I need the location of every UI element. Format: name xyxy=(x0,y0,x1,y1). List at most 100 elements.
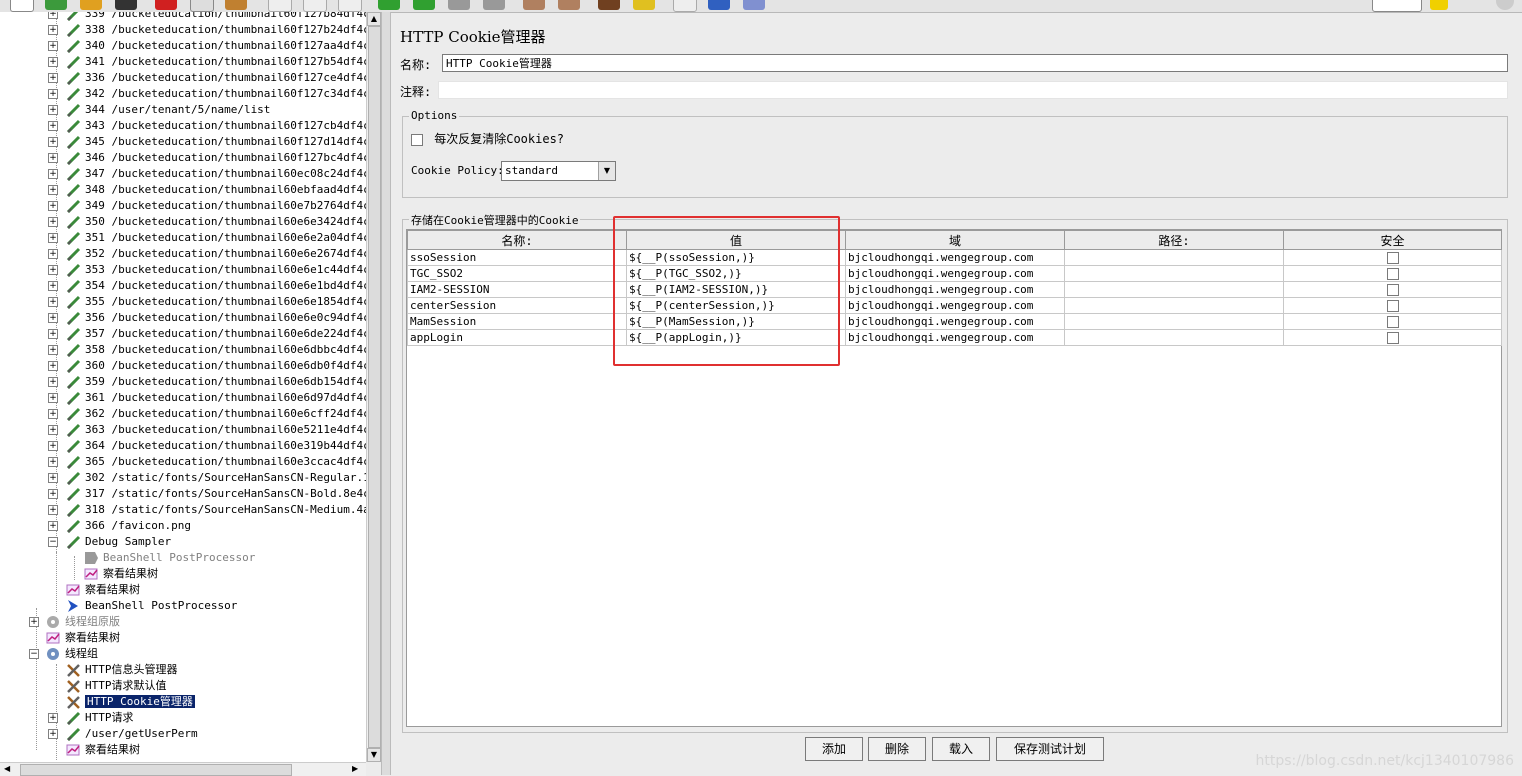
secure-checkbox[interactable] xyxy=(1386,284,1399,296)
expand-toggle-icon[interactable]: + xyxy=(48,377,58,387)
expand-toggle-icon[interactable]: + xyxy=(48,313,58,323)
cookie-secure-cell[interactable] xyxy=(1283,265,1502,282)
secure-checkbox[interactable] xyxy=(1386,252,1399,264)
tree-item[interactable]: 察看结果树 xyxy=(0,630,366,646)
tree-item[interactable]: HTTP请求默认值 xyxy=(0,678,366,694)
expand-toggle-icon[interactable]: + xyxy=(48,345,58,355)
tree-item[interactable]: +338 /bucketeducation/thumbnail60f127b24… xyxy=(0,22,366,38)
tree-vertical-scrollbar[interactable]: ▲ ▼ xyxy=(366,12,381,762)
expand-toggle-icon[interactable]: + xyxy=(48,505,58,515)
tree-item[interactable]: +359 /bucketeducation/thumbnail60e6db154… xyxy=(0,374,366,390)
search-icon[interactable] xyxy=(743,0,765,10)
remote-start-icon[interactable] xyxy=(523,0,545,10)
secure-checkbox[interactable] xyxy=(1386,316,1399,328)
tree-item[interactable]: +358 /bucketeducation/thumbnail60e6dbbc4… xyxy=(0,342,366,358)
tree-item[interactable]: +345 /bucketeducation/thumbnail60f127d14… xyxy=(0,134,366,150)
tree-item[interactable]: +362 /bucketeducation/thumbnail60e6cff24… xyxy=(0,406,366,422)
collapse-icon[interactable] xyxy=(303,0,327,12)
tree-item[interactable]: +350 /bucketeducation/thumbnail60e6e3424… xyxy=(0,214,366,230)
cookie-secure-cell[interactable] xyxy=(1283,297,1502,314)
scroll-down-arrow[interactable]: ▼ xyxy=(367,748,381,762)
expand-toggle-icon[interactable]: + xyxy=(48,249,58,259)
expand-toggle-icon[interactable]: + xyxy=(48,121,58,131)
open-icon[interactable] xyxy=(80,0,102,10)
table-row[interactable]: TGC_SSO2 ${__P(TGC_SSO2,)} bjcloudhongqi.w… xyxy=(407,265,1502,282)
expand-toggle-icon[interactable]: + xyxy=(48,281,58,291)
tree-item[interactable]: +342 /bucketeducation/thumbnail60f127c34… xyxy=(0,86,366,102)
scroll-left-arrow[interactable]: ◀ xyxy=(4,764,10,773)
scroll-right-arrow[interactable]: ▶ xyxy=(352,764,358,773)
cookie-domain-cell[interactable]: bjcloudhongqi.wengegroup.com xyxy=(845,249,1065,266)
tree-item[interactable]: +340 /bucketeducation/thumbnail60f127aa4… xyxy=(0,38,366,54)
tree-item[interactable]: BeanShell PostProcessor xyxy=(0,598,366,614)
tree-item[interactable]: +352 /bucketeducation/thumbnail60e6e2674… xyxy=(0,246,366,262)
tree-item[interactable]: +348 /bucketeducation/thumbnail60ebfaad4… xyxy=(0,182,366,198)
secure-checkbox[interactable] xyxy=(1386,332,1399,344)
cookie-domain-cell[interactable]: bjcloudhongqi.wengegroup.com xyxy=(845,297,1065,314)
expand-toggle-icon[interactable]: + xyxy=(48,329,58,339)
clear-all-icon[interactable] xyxy=(633,0,655,10)
table-row[interactable]: ssoSession ${__P(ssoSession,)} bjcloudhong… xyxy=(407,249,1502,266)
tree-item[interactable]: +349 /bucketeducation/thumbnail60e7b2764… xyxy=(0,198,366,214)
expand-toggle-icon[interactable]: + xyxy=(48,473,58,483)
expand-toggle-icon[interactable]: + xyxy=(48,489,58,499)
comment-field[interactable] xyxy=(438,81,1508,99)
cookie-name-cell[interactable]: MamSession xyxy=(407,313,627,330)
help-icon[interactable] xyxy=(708,0,730,10)
expand-toggle-icon[interactable]: + xyxy=(48,521,58,531)
expand-toggle-icon[interactable]: + xyxy=(48,73,58,83)
expand-toggle-icon[interactable]: + xyxy=(48,57,58,67)
cookie-name-cell[interactable]: IAM2-SESSION xyxy=(407,281,627,298)
clear-each-iteration-row[interactable]: 每次反复清除Cookies? xyxy=(411,130,564,147)
name-field[interactable]: HTTP Cookie管理器 xyxy=(442,54,1508,72)
cookie-domain-cell[interactable]: bjcloudhongqi.wengegroup.com xyxy=(845,313,1065,330)
templates-icon[interactable] xyxy=(45,0,67,10)
hscroll-thumb[interactable] xyxy=(20,764,292,776)
tree-item[interactable]: +356 /bucketeducation/thumbnail60e6e0c94… xyxy=(0,310,366,326)
cookie-table[interactable]: 名称: 值 域 路径: 安全 ssoSession ${__P(ssoSessio… xyxy=(407,230,1502,346)
tree-item[interactable]: +343 /bucketeducation/thumbnail60f127cb4… xyxy=(0,118,366,134)
clear-icon[interactable] xyxy=(598,0,620,10)
column-header-path[interactable]: 路径: xyxy=(1064,230,1284,250)
scroll-thumb[interactable] xyxy=(368,26,381,748)
expand-toggle-icon[interactable]: + xyxy=(48,89,58,99)
expand-toggle-icon[interactable]: + xyxy=(48,729,58,739)
cookie-secure-cell[interactable] xyxy=(1283,249,1502,266)
expand-toggle-icon[interactable]: + xyxy=(48,361,58,371)
expand-toggle-icon[interactable]: + xyxy=(48,425,58,435)
tree-item[interactable]: HTTP Cookie管理器 xyxy=(0,694,366,710)
tree-item[interactable]: +351 /bucketeducation/thumbnail60e6e2a04… xyxy=(0,230,366,246)
expand-toggle-icon[interactable]: + xyxy=(48,41,58,51)
cookie-secure-cell[interactable] xyxy=(1283,313,1502,330)
scroll-up-arrow[interactable]: ▲ xyxy=(367,12,381,26)
copy-icon[interactable] xyxy=(190,0,214,12)
tree-item[interactable]: + 线程组原版 xyxy=(0,614,366,630)
toggle-icon[interactable] xyxy=(338,0,362,12)
tree-item[interactable]: +353 /bucketeducation/thumbnail60e6e1c44… xyxy=(0,262,366,278)
load-button[interactable]: 载入 xyxy=(932,737,990,761)
secure-checkbox[interactable] xyxy=(1386,300,1399,312)
start-no-pause-icon[interactable] xyxy=(413,0,435,10)
cookie-domain-cell[interactable]: bjcloudhongqi.wengegroup.com xyxy=(845,265,1065,282)
tree-item[interactable]: +339 /bucketeducation/thumbnail60f127b84… xyxy=(0,12,366,22)
column-header-domain[interactable]: 域 xyxy=(845,230,1065,250)
expand-toggle-icon[interactable]: + xyxy=(48,105,58,115)
chevron-down-icon[interactable]: ▼ xyxy=(598,162,615,180)
column-header-name[interactable]: 名称: xyxy=(407,230,627,250)
tree-item[interactable]: +361 /bucketeducation/thumbnail60e6d97d4… xyxy=(0,390,366,406)
cookie-path-cell[interactable] xyxy=(1064,297,1284,314)
cookie-name-cell[interactable]: ssoSession xyxy=(407,249,627,266)
tree-item[interactable]: +357 /bucketeducation/thumbnail60e6de224… xyxy=(0,326,366,342)
tree-item[interactable]: +354 /bucketeducation/thumbnail60e6e1bd4… xyxy=(0,278,366,294)
expand-toggle-icon[interactable]: + xyxy=(48,441,58,451)
expand-toggle-icon[interactable]: + xyxy=(48,169,58,179)
warning-icon[interactable] xyxy=(1430,0,1448,10)
expand-toggle-icon[interactable]: + xyxy=(48,233,58,243)
expand-toggle-icon[interactable]: + xyxy=(48,265,58,275)
delete-button[interactable]: 删除 xyxy=(868,737,926,761)
cookie-name-cell[interactable]: centerSession xyxy=(407,297,627,314)
cookie-path-cell[interactable] xyxy=(1064,313,1284,330)
tree-item[interactable]: +363 /bucketeducation/thumbnail60e5211e4… xyxy=(0,422,366,438)
cookie-path-cell[interactable] xyxy=(1064,281,1284,298)
table-row[interactable]: MamSession ${__P(MamSession,)} bjcloudhong… xyxy=(407,313,1502,330)
